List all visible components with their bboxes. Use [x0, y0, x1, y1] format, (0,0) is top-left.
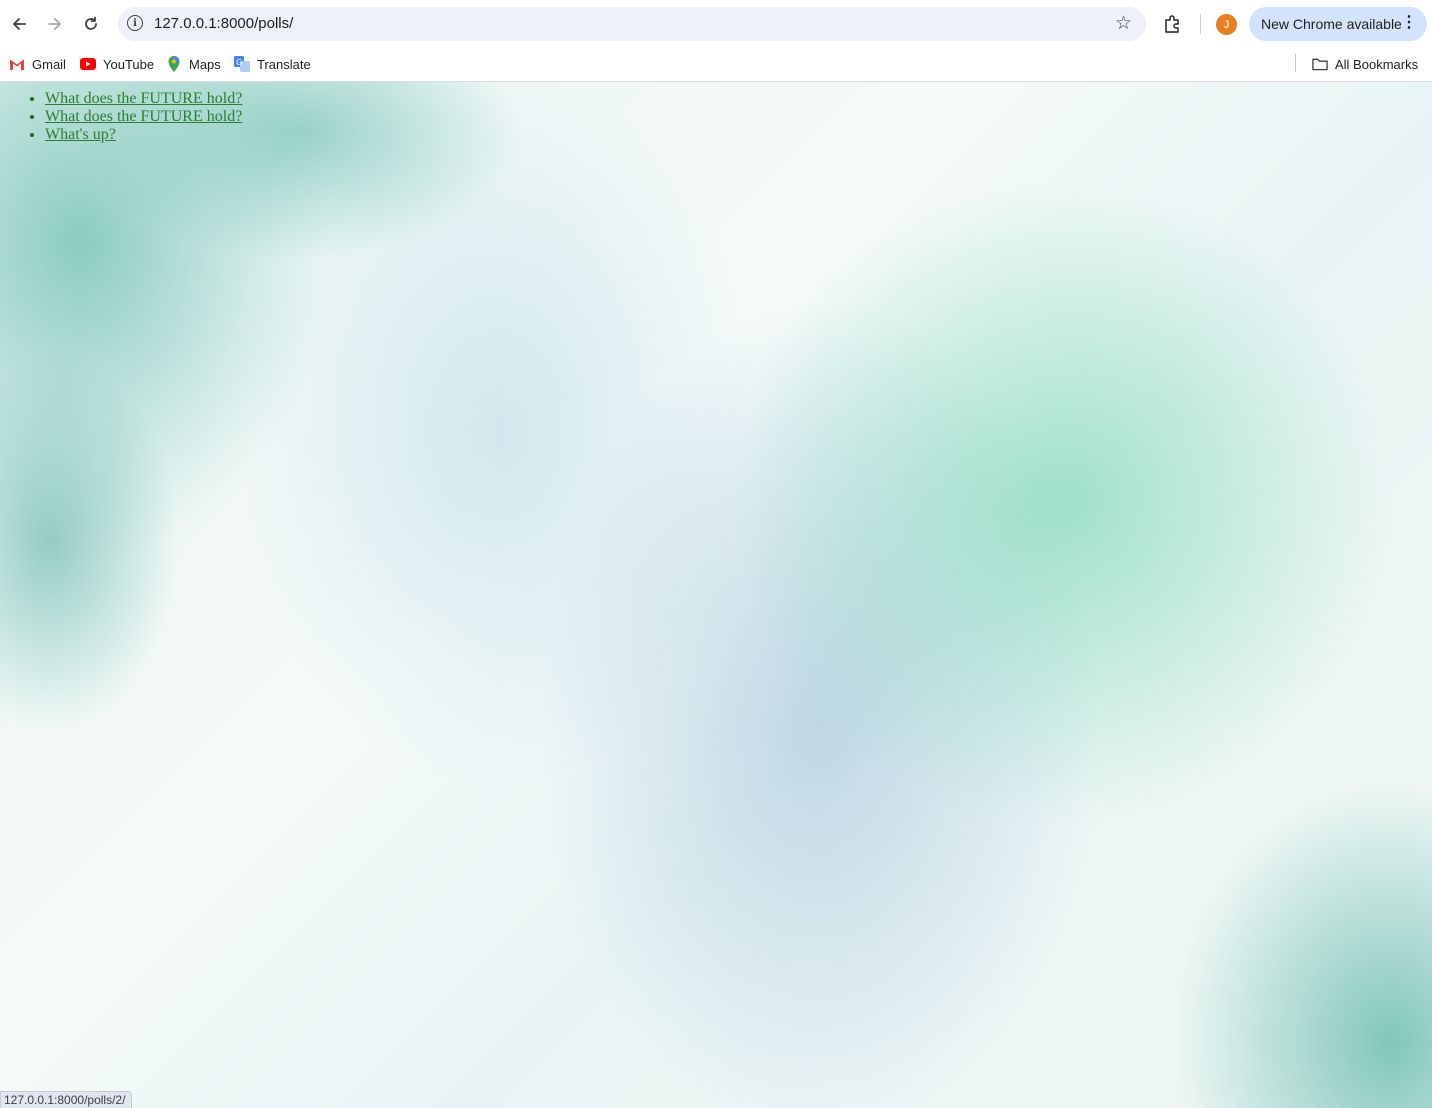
address-bar-url[interactable]: 127.0.0.1:8000/polls/: [154, 15, 293, 32]
poll-list: What does the FUTURE hold? What does the…: [28, 90, 242, 144]
bookmark-label: Maps: [189, 56, 221, 72]
forward-button[interactable]: [41, 10, 69, 38]
reload-button[interactable]: [77, 10, 105, 38]
update-button-label: New Chrome available: [1261, 16, 1402, 32]
all-bookmarks[interactable]: All Bookmarks: [1312, 53, 1418, 75]
poll-link[interactable]: What's up?: [45, 126, 116, 143]
bookmarks-bar: Gmail YouTube Maps G Translate All Bookm…: [0, 48, 1432, 82]
bookmark-gmail[interactable]: Gmail: [9, 53, 66, 75]
bookmark-translate[interactable]: G Translate: [234, 53, 311, 75]
svg-text:G: G: [236, 58, 242, 67]
status-bar-url: 127.0.0.1:8000/polls/2/: [0, 1091, 133, 1108]
translate-icon: G: [234, 56, 250, 72]
all-bookmarks-label: All Bookmarks: [1335, 56, 1419, 72]
list-item: What does the FUTURE hold?: [45, 90, 242, 108]
maps-icon: [166, 56, 182, 72]
site-info-icon[interactable]: i: [127, 15, 143, 31]
more-menu-icon[interactable]: ⋮: [1401, 15, 1417, 31]
toolbar-divider: [1200, 14, 1201, 34]
bookmark-label: YouTube: [103, 56, 155, 72]
bookmark-label: Gmail: [32, 56, 66, 72]
bookmarks-divider: [1295, 54, 1296, 72]
browser-toolbar: i 127.0.0.1:8000/polls/ ☆ J New Chrome a…: [0, 0, 1432, 48]
chrome-update-button[interactable]: New Chrome available ⋮: [1249, 7, 1427, 41]
reload-icon: [85, 16, 97, 30]
profile-avatar[interactable]: J: [1216, 14, 1237, 35]
address-bar[interactable]: i 127.0.0.1:8000/polls/ ☆: [118, 7, 1146, 41]
folder-icon: [1312, 56, 1328, 72]
gmail-icon: [9, 56, 25, 72]
bookmark-maps[interactable]: Maps: [166, 53, 221, 75]
back-button[interactable]: [5, 10, 33, 38]
page-content: What does the FUTURE hold? What does the…: [0, 82, 1432, 1108]
list-item: What does the FUTURE hold?: [45, 108, 242, 126]
arrow-right-icon: [48, 18, 61, 30]
bookmark-star-icon[interactable]: ☆: [1115, 12, 1132, 35]
bookmark-youtube[interactable]: YouTube: [80, 53, 154, 75]
extensions-icon[interactable]: [1161, 12, 1185, 36]
poll-link[interactable]: What does the FUTURE hold?: [45, 90, 242, 107]
poll-link[interactable]: What does the FUTURE hold?: [45, 108, 242, 125]
bookmark-label: Translate: [257, 56, 311, 72]
arrow-left-icon: [13, 18, 26, 30]
youtube-icon: [80, 56, 96, 72]
list-item: What's up?: [45, 126, 242, 144]
